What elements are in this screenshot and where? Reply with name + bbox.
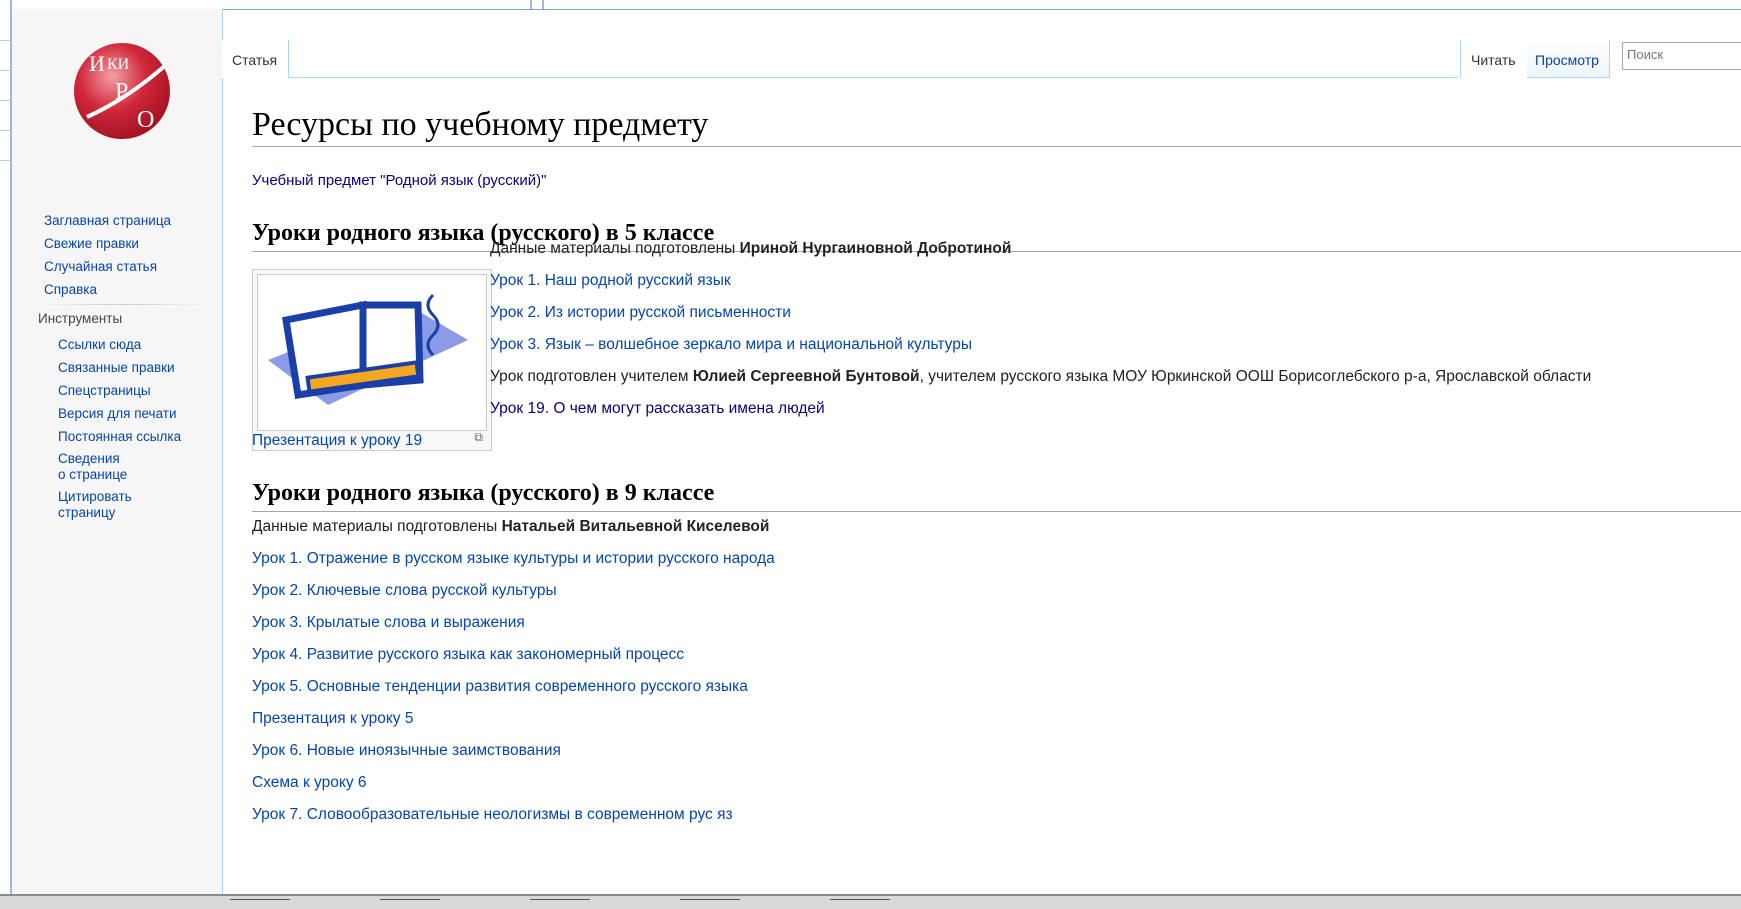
tab-read[interactable]: Читать — [1460, 40, 1528, 78]
tool-cite-page-line2: страницу — [58, 505, 116, 520]
magnify-icon[interactable]: ⧉ — [474, 430, 483, 445]
tabs-baseline — [288, 77, 1458, 78]
lesson-link[interactable]: Урок 3. Язык – волшебное зеркало мира и … — [490, 336, 972, 354]
lesson-link[interactable]: Урок 7. Словообразовательные неологизмы … — [252, 806, 733, 824]
prepared-prefix: Данные материалы подготовлены — [490, 240, 740, 257]
tool-printable-version[interactable]: Версия для печати — [58, 402, 181, 425]
subject-link[interactable]: Учебный предмет "Родной язык (русский)" — [252, 172, 546, 189]
prepared-prefix: Данные материалы подготовлены — [252, 518, 502, 535]
lesson-link[interactable]: Урок 1. Наш родной русский язык — [490, 272, 731, 290]
tool-cite-page[interactable]: Цитировать страницу — [58, 489, 181, 521]
svg-text:О: О — [137, 107, 154, 133]
page-title: Ресурсы по учебному предмету — [252, 106, 709, 143]
tool-related-changes[interactable]: Связанные правки — [58, 356, 181, 379]
tools-menu: Ссылки сюда Связанные правки Спецстраниц… — [58, 333, 181, 527]
sidebar-item-random-article[interactable]: Случайная статья — [44, 255, 171, 278]
tool-permanent-link[interactable]: Постоянная ссылка — [58, 425, 181, 448]
frame-divider — [542, 0, 544, 9]
teacher-credit: Урок подготовлен учителем Юлией Сергеевн… — [490, 368, 1591, 386]
lesson-link[interactable]: Урок 6. Новые иноязычные заимствования — [252, 742, 561, 760]
frame-divider — [530, 0, 532, 9]
svg-text:И: И — [89, 51, 105, 76]
tool-page-info[interactable]: Сведения о странице — [58, 451, 181, 483]
prepared-by-grade9: Данные материалы подготовлены Натальей В… — [252, 518, 769, 536]
window-top-frame — [0, 0, 1741, 10]
tab-read-label: Читать — [1471, 52, 1516, 68]
lesson-link[interactable]: Урок 19. О чем могут рассказать имена лю… — [490, 400, 825, 418]
tab-article-label: Статья — [232, 52, 278, 68]
lesson-link[interactable]: Урок 2. Ключевые слова русской культуры — [252, 582, 557, 600]
tab-view-source[interactable]: Просмотр — [1527, 40, 1610, 78]
teacher-name: Юлией Сергеевной Бунтовой — [692, 368, 920, 385]
presentation-link[interactable]: Презентация к уроку 5 — [252, 710, 413, 728]
teacher-prefix: Урок подготовлен учителем — [490, 368, 693, 385]
title-underline — [252, 146, 1741, 147]
sidebar-divider — [38, 304, 208, 305]
lesson-link[interactable]: Урок 3. Крылатые слова и выражения — [252, 614, 525, 632]
prepared-by-grade5: Данные материалы подготовлены Ириной Нур… — [490, 240, 1011, 258]
tool-special-pages[interactable]: Спецстраницы — [58, 379, 181, 402]
lesson-thumbnail[interactable]: ⧉ — [252, 269, 492, 451]
section-underline — [252, 511, 1741, 512]
section-heading-grade9: Уроки родного языка (русского) в 9 класс… — [252, 480, 715, 506]
lesson-link[interactable]: Урок 1. Отражение в русском языке культу… — [252, 550, 775, 568]
wiki-iro-logo[interactable]: И КИ Р О — [67, 39, 187, 139]
window-left-frame — [0, 0, 12, 907]
presentation-link[interactable]: Презентация к уроку 19 — [252, 432, 422, 450]
sidebar: И КИ Р О Заглавная страница Свежие правк… — [12, 9, 223, 894]
teacher-suffix: , учителем русского языка МОУ Юркинской … — [919, 368, 1592, 385]
tool-cite-page-line1: Цитировать — [58, 489, 132, 504]
author-name: Натальей Витальевной Киселевой — [501, 518, 770, 535]
book-pen-image — [257, 274, 487, 431]
tab-view-label: Просмотр — [1535, 52, 1599, 68]
sidebar-item-main-page[interactable]: Заглавная страница — [44, 209, 171, 232]
svg-text:КИ: КИ — [107, 56, 130, 73]
tool-what-links-here[interactable]: Ссылки сюда — [58, 333, 181, 356]
tab-article[interactable]: Статья — [222, 40, 289, 78]
tool-page-info-line1: Сведения — [58, 451, 120, 466]
tool-page-info-line2: о странице — [58, 467, 128, 482]
sidebar-item-recent-changes[interactable]: Свежие правки — [44, 232, 171, 255]
tools-heading: Инструменты — [38, 311, 123, 326]
diagram-link[interactable]: Схема к уроку 6 — [252, 774, 367, 792]
sidebar-navigation: Заглавная страница Свежие правки Случайн… — [44, 209, 171, 301]
lesson-link[interactable]: Урок 2. Из истории русской письменности — [490, 304, 791, 322]
lesson-link[interactable]: Урок 4. Развитие русского языка как зако… — [252, 646, 684, 664]
search-input[interactable]: Поиск — [1622, 42, 1741, 70]
lesson-link[interactable]: Урок 5. Основные тенденции развития совр… — [252, 678, 748, 696]
svg-text:Р: Р — [115, 79, 128, 105]
sidebar-item-help[interactable]: Справка — [44, 278, 171, 301]
author-name: Ириной Нургаиновной Добротиной — [739, 240, 1012, 257]
